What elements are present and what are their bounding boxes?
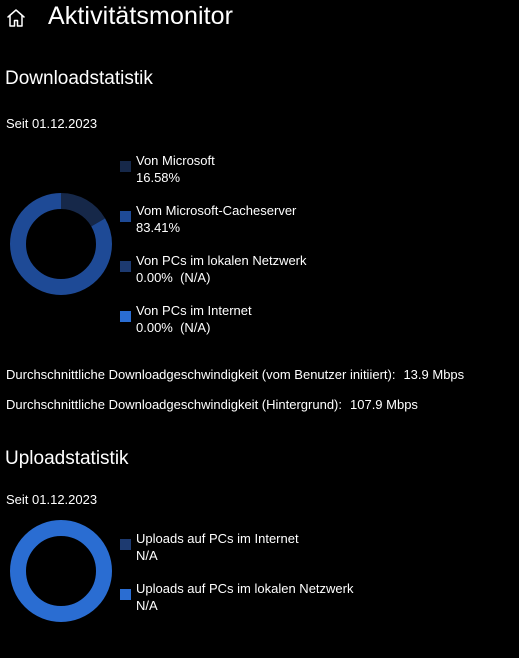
legend-label: Von PCs im Internet [136,303,252,318]
legend-swatch [120,311,131,322]
legend-value: 83.41% [136,220,181,235]
legend-swatch [120,539,131,550]
legend-value: N/A [136,598,158,613]
upload-donut-chart [10,520,112,622]
legend-value: 16.58% [136,170,181,185]
avg-download-speed-background-label: Durchschnittliche Downloadgeschwindigkei… [6,397,342,412]
legend-label: Uploads auf PCs im lokalen Netzwerk [136,581,354,596]
legend-value: 0.00% (N/A) [136,270,211,285]
avg-download-speed-user-label: Durchschnittliche Downloadgeschwindigkei… [6,367,396,382]
legend-value: 0.00% (N/A) [136,320,211,335]
legend-swatch [120,211,131,222]
avg-download-speed-background-value: 107.9 Mbps [350,397,418,412]
download-section-heading: Downloadstatistik [5,68,153,89]
download-donut-chart [10,193,112,295]
avg-download-speed-background: Durchschnittliche Downloadgeschwindigkei… [6,397,418,412]
legend-swatch [120,261,131,272]
page-title: Aktivitätsmonitor [48,2,234,30]
download-since-date: Seit 01.12.2023 [6,116,98,131]
home-button[interactable] [4,6,28,30]
title-bar: Aktivitätsmonitor [0,0,519,38]
legend-label: Uploads auf PCs im Internet [136,531,299,546]
legend-value: N/A [136,548,158,563]
upload-donut-svg [10,520,112,622]
home-icon [7,9,25,27]
avg-download-speed-user: Durchschnittliche Downloadgeschwindigkei… [6,367,464,382]
avg-download-speed-user-value: 13.9 Mbps [403,367,465,382]
upload-donut-empty-ring [10,520,112,622]
legend-swatch [120,589,131,600]
download-donut-svg [10,193,112,295]
upload-section-heading: Uploadstatistik [5,448,129,469]
legend-label: Von Microsoft [136,153,215,168]
legend-label: Vom Microsoft-Cacheserver [136,203,297,218]
upload-since-date: Seit 01.12.2023 [6,492,98,507]
legend-label: Von PCs im lokalen Netzwerk [136,253,307,268]
legend-swatch [120,161,131,172]
